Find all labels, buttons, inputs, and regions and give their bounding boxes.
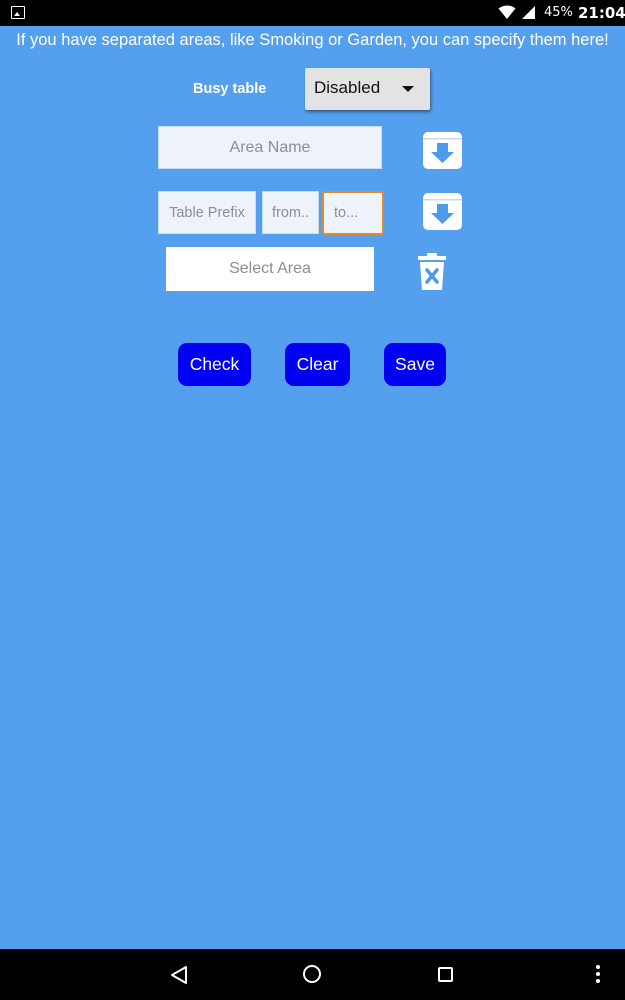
home-icon[interactable]	[303, 965, 321, 983]
check-button[interactable]: Check	[178, 343, 251, 386]
busy-table-label: Busy table	[193, 81, 267, 97]
clock: 21:04	[578, 4, 625, 22]
status-bar: 45% 21:04	[0, 0, 625, 26]
select-area-dropdown[interactable]: Select Area	[166, 247, 374, 291]
dropdown-arrow-icon	[402, 86, 414, 92]
from-input[interactable]: from..	[262, 191, 319, 234]
area-name-input[interactable]: Area Name	[158, 126, 382, 169]
download-icon[interactable]	[422, 130, 463, 171]
trash-icon[interactable]	[415, 252, 449, 292]
table-prefix-input[interactable]: Table Prefix	[158, 191, 256, 234]
to-input[interactable]: to...	[322, 191, 384, 235]
image-notification-icon	[11, 6, 25, 19]
battery-level: 45%	[544, 5, 573, 20]
intro-text: If you have separated areas, like Smokin…	[16, 31, 609, 49]
overflow-menu-icon[interactable]	[596, 965, 600, 986]
download-icon[interactable]	[422, 191, 463, 232]
signal-icon	[522, 6, 535, 19]
save-button[interactable]: Save	[384, 343, 446, 386]
busy-table-selected-value: Disabled	[314, 78, 381, 97]
busy-table-dropdown[interactable]: Disabled	[305, 68, 430, 110]
back-icon[interactable]	[170, 965, 188, 985]
recent-apps-icon[interactable]	[438, 967, 453, 982]
clear-button[interactable]: Clear	[285, 343, 350, 386]
navigation-bar	[0, 949, 625, 1000]
wifi-icon	[498, 5, 516, 19]
